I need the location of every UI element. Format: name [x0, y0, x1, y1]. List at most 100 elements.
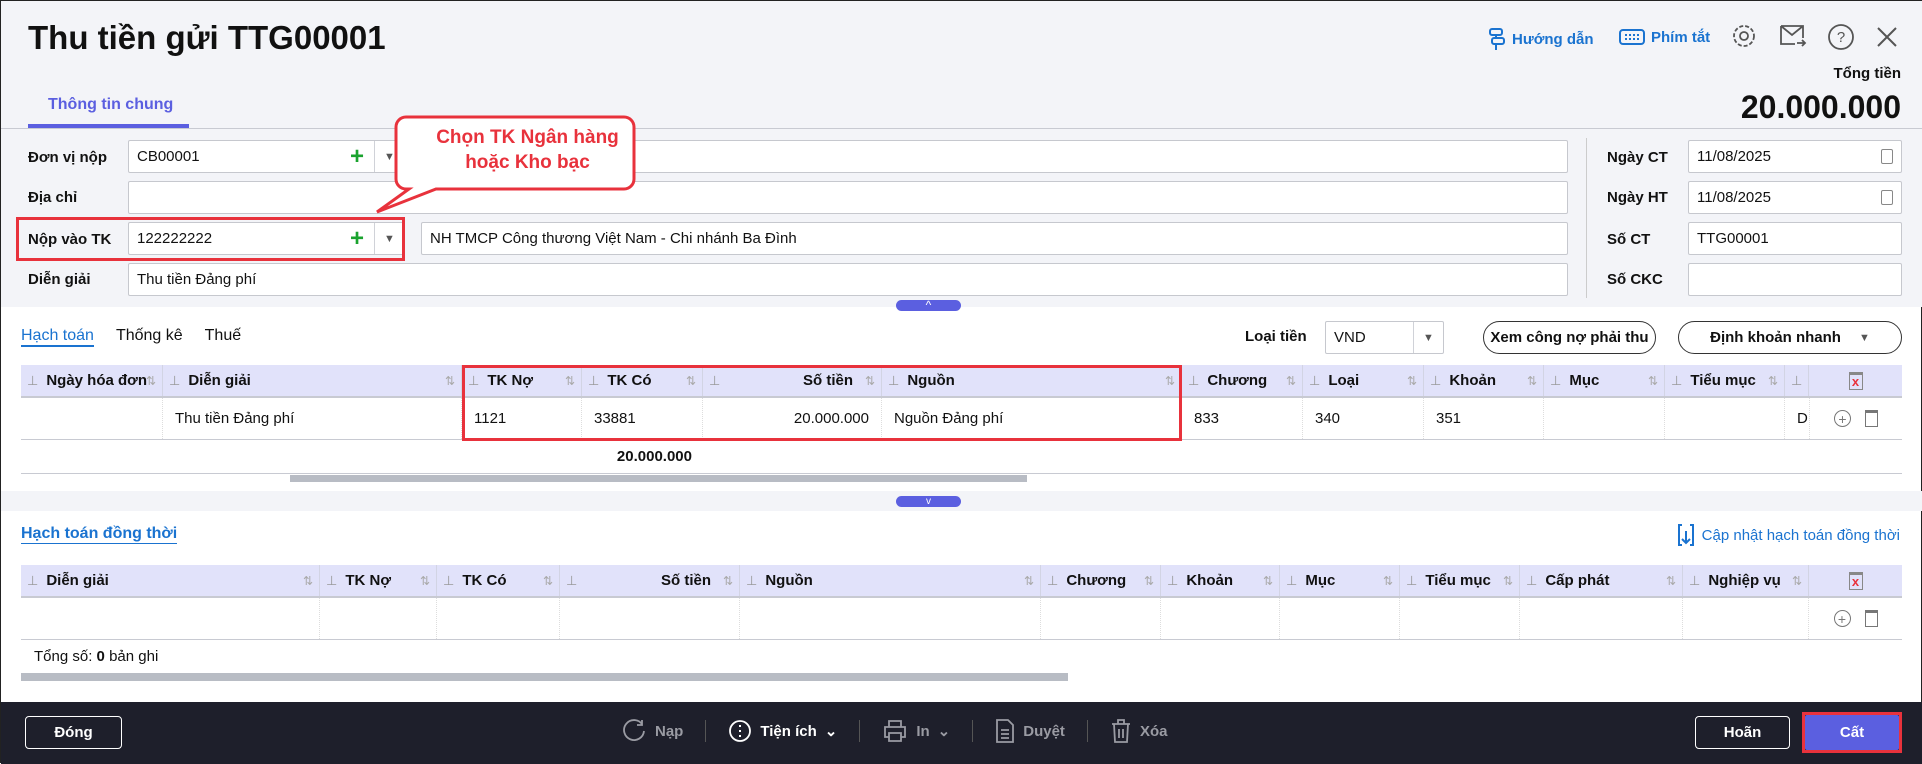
utilities-button[interactable]: Tiện ích ⌄ — [728, 719, 837, 743]
mail-forward-icon[interactable] — [1779, 23, 1807, 49]
pin-icon[interactable]: ⊥ — [27, 373, 38, 389]
pin-icon[interactable]: ⊥ — [566, 573, 577, 589]
pin-icon[interactable]: ⊥ — [1430, 373, 1441, 389]
table-cell[interactable]: 340 — [1303, 398, 1424, 439]
guide-link[interactable]: Hướng dẫn — [1488, 27, 1594, 51]
sort-icon[interactable]: ⇅ — [1383, 574, 1393, 588]
post-date-input[interactable]: 11/08/2025 — [1688, 181, 1902, 214]
sort-icon[interactable]: ⇅ — [1648, 374, 1658, 388]
delete-button[interactable]: Xóa — [1110, 718, 1167, 744]
add-row-icon[interactable]: + — [1833, 610, 1851, 627]
tab-general-info[interactable]: Thông tin chung — [48, 96, 173, 114]
column-header[interactable]: ⊥ Nghiệp vụ ⇅ — [1683, 565, 1809, 596]
reload-button[interactable]: Nạp — [621, 718, 683, 744]
delete-all-button[interactable]: x — [1809, 365, 1902, 396]
sort-icon[interactable]: ⇅ — [543, 574, 553, 588]
pin-icon[interactable]: ⊥ — [1047, 573, 1058, 589]
sort-icon[interactable]: ⇅ — [1768, 374, 1778, 388]
shortcuts-link[interactable]: Phím tắt — [1619, 27, 1710, 47]
defer-button[interactable]: Hoãn — [1695, 716, 1790, 749]
sort-icon[interactable]: ⇅ — [1407, 374, 1417, 388]
sort-icon[interactable]: ⇅ — [1024, 574, 1034, 588]
pin-icon[interactable]: ⊥ — [1167, 573, 1178, 589]
table-cell[interactable] — [320, 598, 437, 639]
tab-tax[interactable]: Thuế — [205, 327, 241, 347]
column-header[interactable]: ⊥ Tiểu mục ⇅ — [1400, 565, 1520, 596]
column-header[interactable]: ⊥ — [1785, 365, 1809, 396]
column-header[interactable]: ⊥ Chương ⇅ — [1182, 365, 1303, 396]
column-header[interactable]: ⊥ Diễn giải ⇅ — [163, 365, 462, 396]
column-header[interactable]: ⊥ TK Có ⇅ — [437, 565, 560, 596]
pin-icon[interactable]: ⊥ — [1791, 373, 1802, 389]
sort-icon[interactable]: ⇅ — [1144, 574, 1154, 588]
table-cell[interactable] — [560, 598, 740, 639]
gear-icon[interactable] — [1731, 23, 1757, 49]
table-cell[interactable] — [1683, 598, 1809, 639]
table-cell[interactable]: 351 — [1424, 398, 1544, 439]
table-cell[interactable] — [21, 398, 163, 439]
pin-icon[interactable]: ⊥ — [1188, 373, 1199, 389]
column-header[interactable]: ⊥ Tiểu mục ⇅ — [1665, 365, 1785, 396]
sort-icon[interactable]: ⇅ — [1503, 574, 1513, 588]
table-cell[interactable] — [1041, 598, 1161, 639]
tab-statistics[interactable]: Thống kê — [116, 327, 183, 347]
column-header[interactable]: ⊥ Mục ⇅ — [1544, 365, 1665, 396]
doc-number-input[interactable]: TTG00001 — [1688, 222, 1902, 255]
concurrent-accounting-title[interactable]: Hạch toán đồng thời — [21, 525, 178, 544]
description-input[interactable]: Thu tiền Đảng phí — [128, 263, 1568, 296]
pin-icon[interactable]: ⊥ — [169, 373, 180, 389]
sort-icon[interactable]: ⇅ — [303, 574, 313, 588]
table-row[interactable]: + — [21, 598, 1902, 640]
column-header[interactable]: ⊥ Nguồn ⇅ — [740, 565, 1041, 596]
delete-all-button[interactable]: x — [1809, 565, 1902, 596]
sort-icon[interactable]: ⇅ — [1263, 574, 1273, 588]
doc-date-input[interactable]: 11/08/2025 — [1688, 140, 1902, 173]
calendar-icon[interactable] — [1881, 149, 1893, 164]
pin-icon[interactable]: ⊥ — [1406, 573, 1417, 589]
table-cell[interactable] — [437, 598, 560, 639]
quick-entry-button[interactable]: Định khoản nhanh ▼ — [1678, 321, 1902, 354]
pin-icon[interactable]: ⊥ — [443, 573, 454, 589]
payer-combo[interactable]: CB00001 + ▼ — [128, 140, 405, 173]
help-icon[interactable]: ? — [1827, 23, 1855, 51]
pin-icon[interactable]: ⊥ — [1286, 573, 1297, 589]
update-concurrent-link[interactable]: Cập nhật hạch toán đồng thời — [1676, 523, 1900, 547]
sort-icon[interactable]: ⇅ — [420, 574, 430, 588]
tab-accounting[interactable]: Hạch toán — [21, 327, 94, 347]
column-header[interactable]: ⊥ TK Nợ ⇅ — [320, 565, 437, 596]
sort-icon[interactable]: ⇅ — [445, 374, 455, 388]
pin-icon[interactable]: ⊥ — [1309, 373, 1320, 389]
table-cell[interactable]: D — [1785, 398, 1810, 439]
ckc-number-input[interactable] — [1688, 263, 1902, 296]
table-cell[interactable] — [740, 598, 1041, 639]
collapse-down-button[interactable]: v — [896, 496, 961, 507]
currency-select[interactable]: VND ▼ — [1325, 321, 1444, 354]
table-cell[interactable] — [21, 598, 320, 639]
column-header[interactable]: ⊥ Khoản ⇅ — [1161, 565, 1280, 596]
pin-icon[interactable]: ⊥ — [746, 573, 757, 589]
pin-icon[interactable]: ⊥ — [1689, 573, 1700, 589]
pin-icon[interactable]: ⊥ — [326, 573, 337, 589]
column-header[interactable]: ⊥ Mục ⇅ — [1280, 565, 1400, 596]
pin-icon[interactable]: ⊥ — [27, 573, 38, 589]
table-cell[interactable] — [1544, 398, 1665, 439]
print-button[interactable]: In ⌄ — [882, 718, 950, 744]
sort-icon[interactable]: ⇅ — [146, 374, 156, 388]
add-row-icon[interactable]: + — [1834, 410, 1851, 427]
bank-name-input[interactable]: NH TMCP Công thương Việt Nam - Chi nhánh… — [421, 222, 1568, 255]
pin-icon[interactable]: ⊥ — [1526, 573, 1537, 589]
approve-button[interactable]: Duyệt — [995, 718, 1065, 744]
view-debt-button[interactable]: Xem công nợ phải thu — [1483, 321, 1656, 354]
column-header[interactable]: ⊥ Khoản ⇅ — [1424, 365, 1544, 396]
column-header[interactable]: ⊥ Loại ⇅ — [1303, 365, 1424, 396]
address-input[interactable] — [128, 181, 1568, 214]
trash-icon[interactable] — [1865, 410, 1878, 427]
table-cell[interactable]: Thu tiền Đảng phí — [163, 398, 462, 439]
sort-icon[interactable]: ⇅ — [1527, 374, 1537, 388]
column-header[interactable]: ⊥ Số tiền ⇅ — [560, 565, 740, 596]
table-cell[interactable] — [1161, 598, 1280, 639]
column-header[interactable]: ⊥ Diễn giải ⇅ — [21, 565, 320, 596]
add-icon[interactable]: + — [350, 143, 364, 171]
table-cell[interactable] — [1665, 398, 1785, 439]
horizontal-scrollbar[interactable] — [290, 475, 1027, 482]
